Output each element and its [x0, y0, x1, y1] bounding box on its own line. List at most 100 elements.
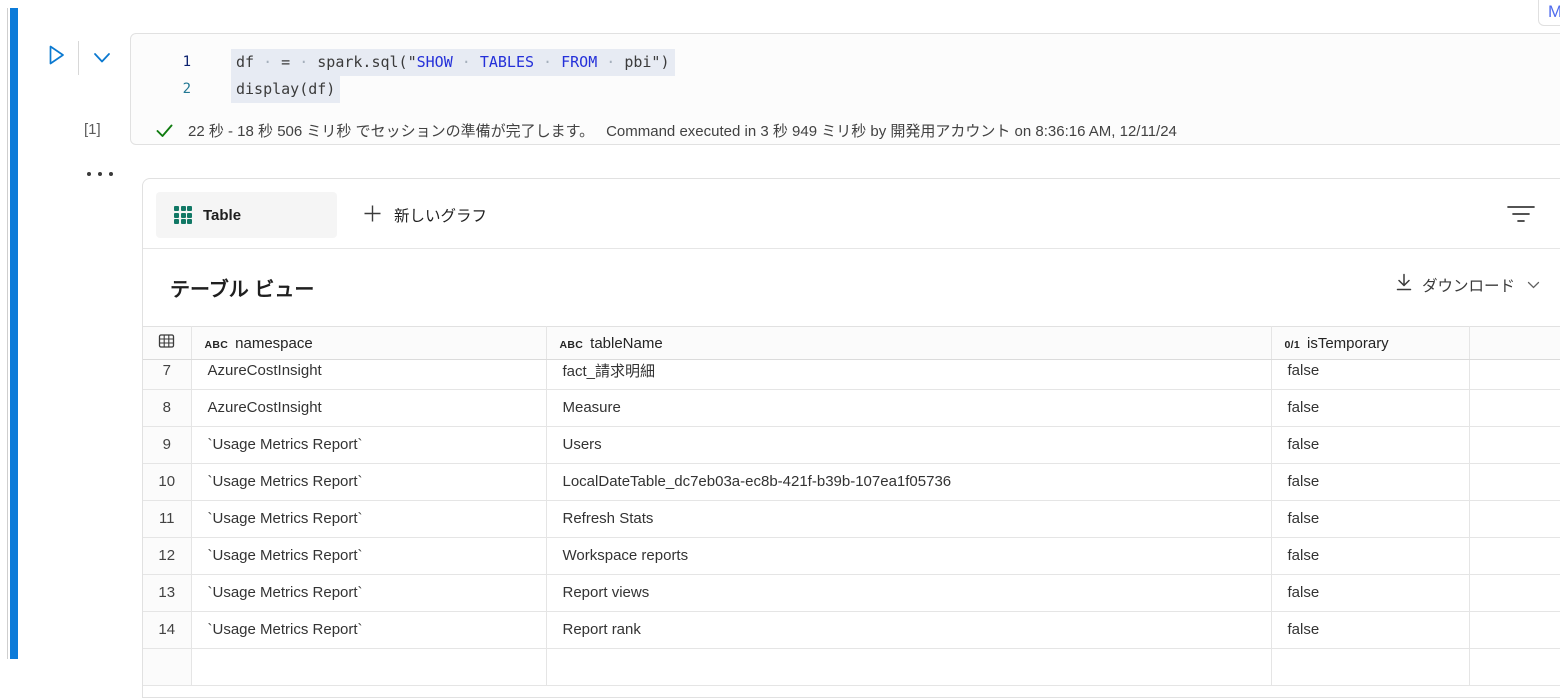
- table-row[interactable]: [143, 648, 1560, 686]
- filter-icon: [1507, 205, 1535, 226]
- type-badge: ABC: [204, 338, 229, 351]
- cell-istemporary: [1271, 648, 1470, 686]
- cell-namespace: AzureCostInsight: [191, 360, 547, 390]
- column-name: tableName: [590, 334, 663, 352]
- table-row[interactable]: 11 `Usage Metrics Report` Refresh Stats fal…: [143, 500, 1560, 538]
- cell-empty: [1469, 389, 1560, 427]
- cell-namespace: `Usage Metrics Report`: [191, 574, 547, 612]
- cell-tablename: Workspace reports: [546, 537, 1272, 575]
- row-number: [143, 648, 192, 686]
- row-number: 14: [143, 611, 192, 649]
- table-row[interactable]: 7 AzureCostInsight fact_請求明細 false: [143, 360, 1560, 390]
- cell-istemporary: false: [1271, 389, 1470, 427]
- chevron-down-icon: [91, 51, 113, 68]
- table-row[interactable]: 8 AzureCostInsight Measure false: [143, 389, 1560, 427]
- table-header-row: ABC namespace ABC tableName 0/1 isTemporary: [143, 326, 1560, 360]
- new-chart-label: 新しいグラフ: [394, 208, 488, 225]
- dot-icon: [98, 172, 102, 176]
- cell-tablename: [546, 648, 1272, 686]
- run-options-button[interactable]: [88, 47, 116, 71]
- session-status-text: 22 秒 - 18 秒 506 ミリ秒 でセッションの準備が完了します。: [188, 123, 595, 140]
- cell-istemporary: false: [1271, 537, 1470, 575]
- tab-table-label: Table: [203, 206, 242, 224]
- cell-namespace: `Usage Metrics Report`: [191, 463, 547, 501]
- cell-namespace: `Usage Metrics Report`: [191, 500, 547, 538]
- chevron-down-icon: [1527, 281, 1540, 290]
- table-grid-icon: [174, 206, 192, 224]
- dot-icon: [109, 172, 113, 176]
- cell-tablename: Measure: [546, 389, 1272, 427]
- table-view-header: テーブル ビュー ダウンロード: [143, 249, 1560, 326]
- cell-istemporary: false: [1271, 611, 1470, 649]
- play-icon: [43, 42, 69, 71]
- table-icon: [158, 334, 175, 353]
- table-body-viewport[interactable]: 7 AzureCostInsight fact_請求明細 false 8 AzureCos…: [143, 360, 1560, 699]
- cell-tablename: Users: [546, 426, 1272, 464]
- row-number: 10: [143, 463, 192, 501]
- new-chart-button[interactable]: 新しいグラフ: [357, 192, 493, 238]
- toolbar-divider: [78, 41, 79, 75]
- result-table-head: ABC namespace ABC tableName 0/1 isTemporary: [143, 326, 1560, 360]
- execution-status-text: Command executed in 3 秒 949 ミリ秒 by 開発用アカ…: [606, 123, 1177, 140]
- column-name: namespace: [235, 334, 313, 352]
- top-right-partial-label: M: [1548, 2, 1560, 21]
- line-number: 2: [182, 81, 191, 97]
- download-icon: [1395, 273, 1413, 297]
- cell-istemporary: false: [1271, 574, 1470, 612]
- table-row[interactable]: 13 `Usage Metrics Report` Report views fals…: [143, 574, 1560, 612]
- table-row[interactable]: 14 `Usage Metrics Report` Report rank false: [143, 611, 1560, 649]
- code-editor[interactable]: 1 df · = · spark.sql("SHOW · TABLES · FRO…: [131, 49, 1560, 103]
- cell-istemporary: false: [1271, 463, 1470, 501]
- row-number: 11: [143, 500, 192, 538]
- download-label: ダウンロード: [1422, 278, 1516, 295]
- row-number: 12: [143, 537, 192, 575]
- table-row[interactable]: 9 `Usage Metrics Report` Users false: [143, 426, 1560, 464]
- cell-namespace: `Usage Metrics Report`: [191, 537, 547, 575]
- cell-empty: [1469, 463, 1560, 501]
- cell-namespace: AzureCostInsight: [191, 389, 547, 427]
- table-icon-header[interactable]: [143, 326, 192, 360]
- gutter-divider: [7, 8, 8, 659]
- code-text: display(df): [231, 76, 341, 103]
- column-header-istemporary[interactable]: 0/1 isTemporary: [1271, 326, 1470, 360]
- cell-empty: [1469, 648, 1560, 686]
- run-cell-button[interactable]: [42, 42, 70, 70]
- row-number: 9: [143, 426, 192, 464]
- filter-button[interactable]: [1503, 199, 1539, 231]
- column-header-tablename[interactable]: ABC tableName: [546, 326, 1272, 360]
- row-number: 13: [143, 574, 192, 612]
- cell-namespace: [191, 648, 547, 686]
- table-row[interactable]: 10 `Usage Metrics Report` LocalDateTable_d…: [143, 463, 1560, 501]
- cell-namespace: `Usage Metrics Report`: [191, 426, 547, 464]
- table-row[interactable]: 12 `Usage Metrics Report` Workspace report…: [143, 537, 1560, 575]
- cell-empty: [1469, 611, 1560, 649]
- cell-tablename: fact_請求明細: [546, 360, 1272, 390]
- active-cell-indicator: [10, 8, 18, 659]
- cell-istemporary: false: [1271, 500, 1470, 538]
- download-button[interactable]: ダウンロード: [1395, 273, 1540, 297]
- column-header-empty: [1469, 326, 1560, 360]
- row-number: 8: [143, 389, 192, 427]
- row-number: 7: [143, 360, 192, 390]
- dot-icon: [87, 172, 91, 176]
- cell-istemporary: false: [1271, 360, 1470, 390]
- cell-tablename: Report rank: [546, 611, 1272, 649]
- code-line[interactable]: 2 display(df): [131, 76, 1560, 103]
- cell-empty: [1469, 426, 1560, 464]
- cell-status-bar: 22 秒 - 18 秒 506 ミリ秒 でセッションの準備が完了します。 Com…: [131, 120, 1559, 141]
- cell-tablename: LocalDateTable_dc7eb03a-ec8b-421f-b39b-1…: [546, 463, 1272, 501]
- type-badge: ABC: [559, 338, 584, 351]
- view-title: テーブル ビュー: [170, 279, 315, 301]
- cell-tablename: Refresh Stats: [546, 500, 1272, 538]
- code-cell[interactable]: 1 df · = · spark.sql("SHOW · TABLES · FRO…: [130, 33, 1560, 145]
- cell-output-panel: Table 新しいグラフ テーブル ビュー ダウンロード ABC namespa…: [142, 178, 1560, 698]
- tab-table[interactable]: Table: [156, 192, 337, 238]
- top-right-partial-button[interactable]: M: [1538, 0, 1560, 26]
- type-badge: 0/1: [1284, 338, 1300, 351]
- column-header-namespace[interactable]: ABC namespace: [191, 326, 547, 360]
- code-line[interactable]: 1 df · = · spark.sql("SHOW · TABLES · FRO…: [131, 49, 1560, 76]
- cell-empty: [1469, 574, 1560, 612]
- cell-more-options-button[interactable]: [87, 172, 113, 176]
- cell-empty: [1469, 500, 1560, 538]
- cell-namespace: `Usage Metrics Report`: [191, 611, 547, 649]
